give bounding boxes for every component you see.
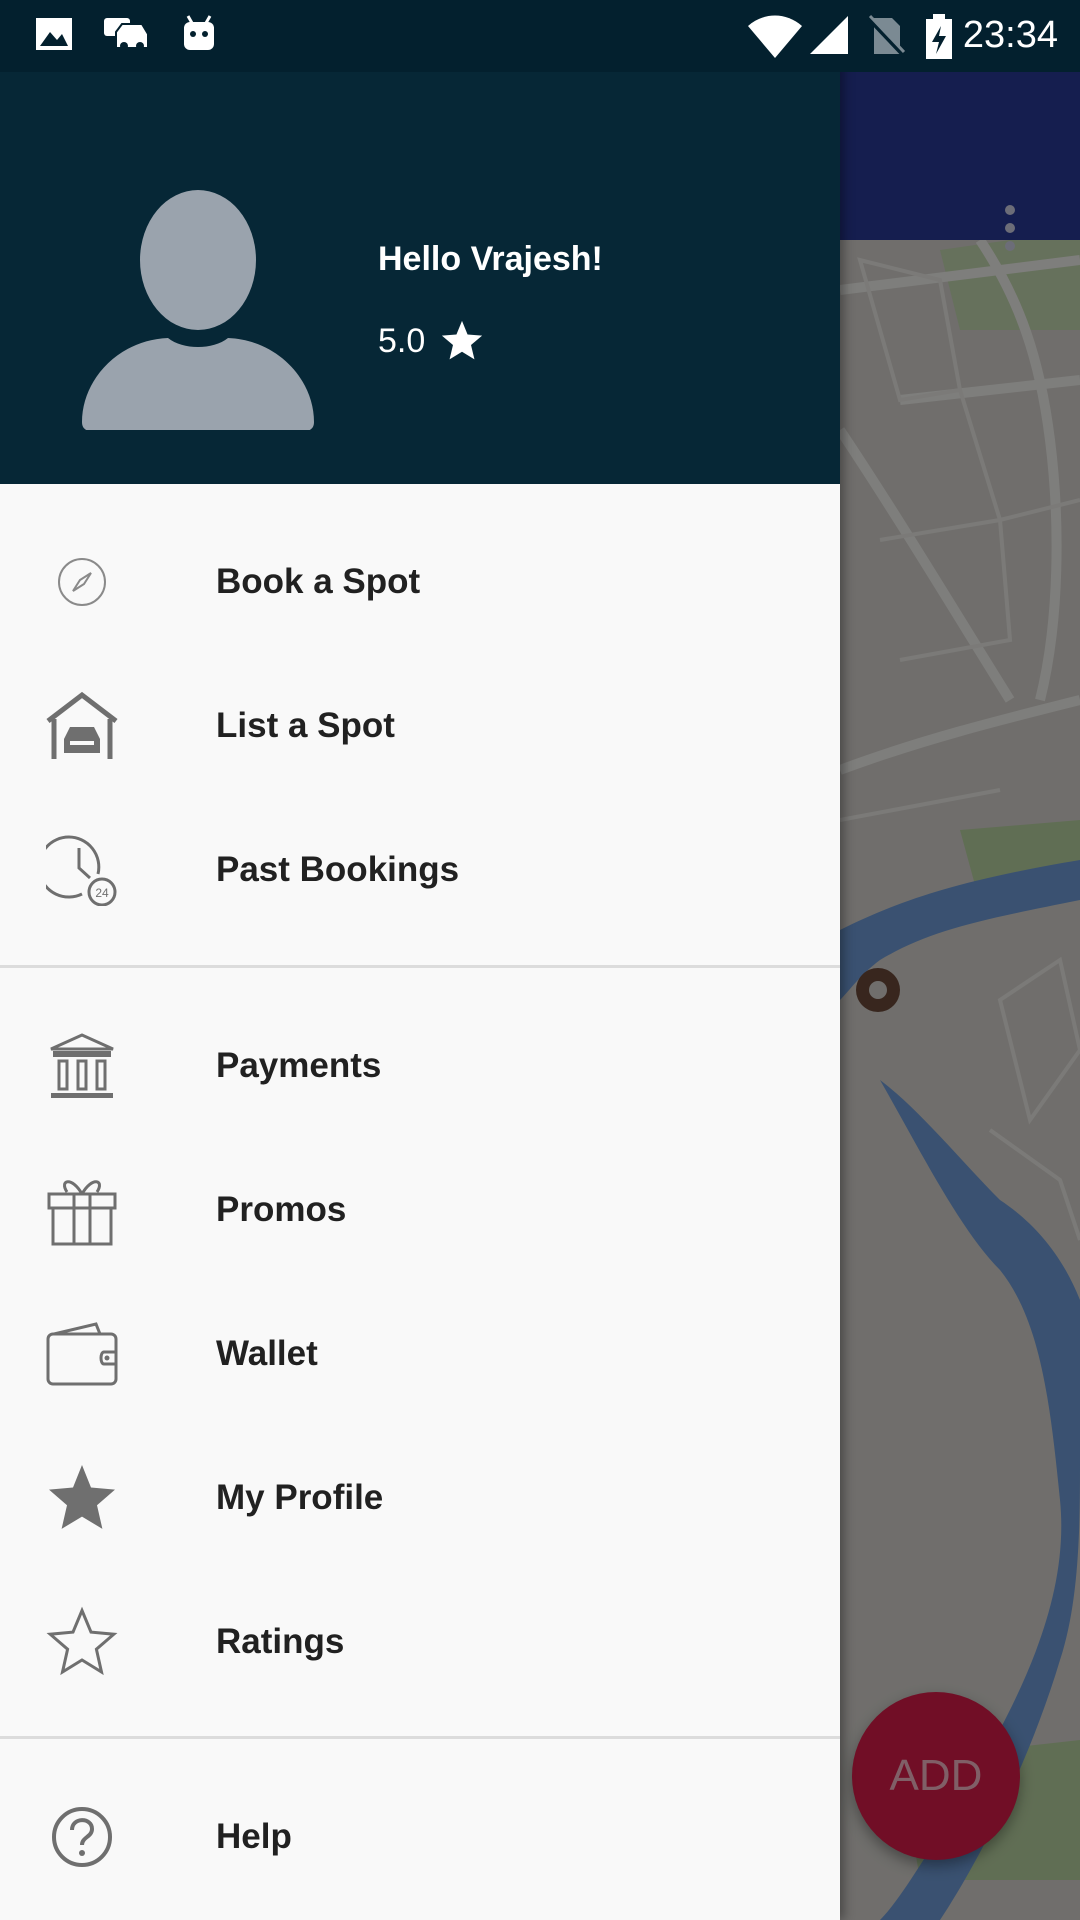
- image-icon: [36, 18, 72, 50]
- status-bar: 23:34: [0, 0, 1080, 72]
- garage-icon: [46, 690, 118, 762]
- wallet-icon: [46, 1318, 118, 1390]
- menu-item-ratings[interactable]: Ratings: [0, 1570, 840, 1714]
- android-debug-icon: [184, 15, 214, 50]
- status-time: 23:34: [962, 14, 1058, 56]
- menu-item-payments[interactable]: Payments: [0, 994, 840, 1138]
- menu-item-label: List a Spot: [216, 706, 395, 745]
- menu-section-account: Payments Promos Wallet My Profile Rating…: [0, 994, 840, 1714]
- menu-item-my-profile[interactable]: My Profile: [0, 1426, 840, 1570]
- drawer-header: Hello Vrajesh! 5.0: [0, 72, 840, 484]
- menu-item-label: Wallet: [216, 1334, 318, 1373]
- menu-divider: [0, 965, 840, 968]
- bank-icon: [46, 1030, 118, 1102]
- menu-item-label: My Profile: [216, 1478, 384, 1517]
- menu-item-label: Help: [216, 1817, 292, 1856]
- menu-item-list-a-spot[interactable]: List a Spot: [0, 654, 840, 798]
- menu-section-primary: Book a Spot List a Spot 24 Past Bookings: [0, 510, 840, 942]
- compass-icon: [46, 546, 118, 618]
- user-rating: 5.0: [378, 318, 485, 364]
- no-sim-icon: [866, 14, 906, 58]
- car-sync-icon: [104, 18, 149, 50]
- menu-item-label: Promos: [216, 1190, 347, 1229]
- signal-icon: [810, 16, 848, 54]
- menu-item-label: Ratings: [216, 1622, 345, 1661]
- star-filled-icon: [46, 1462, 118, 1534]
- menu-item-promos[interactable]: Promos: [0, 1138, 840, 1282]
- menu-item-book-a-spot[interactable]: Book a Spot: [0, 510, 840, 654]
- rating-value: 5.0: [378, 321, 426, 360]
- help-icon: [46, 1801, 118, 1873]
- gift-icon: [46, 1174, 118, 1246]
- navigation-drawer: Hello Vrajesh! 5.0 Book a Spot List a Sp…: [0, 0, 840, 1920]
- avatar[interactable]: [78, 190, 318, 430]
- menu-item-wallet[interactable]: Wallet: [0, 1282, 840, 1426]
- menu-item-label: Book a Spot: [216, 562, 421, 601]
- clock-24-icon: 24: [46, 834, 118, 906]
- menu-section-support: Help: [0, 1765, 840, 1909]
- wifi-icon: [748, 15, 802, 58]
- menu-item-label: Payments: [216, 1046, 382, 1085]
- menu-item-past-bookings[interactable]: 24 Past Bookings: [0, 798, 840, 942]
- menu-item-label: Past Bookings: [216, 850, 460, 889]
- menu-item-help[interactable]: Help: [0, 1765, 840, 1909]
- menu-divider: [0, 1736, 840, 1739]
- svg-text:24: 24: [95, 886, 109, 900]
- star-outline-icon: [46, 1606, 118, 1678]
- rating-star-icon: [442, 320, 483, 360]
- greeting-text: Hello Vrajesh!: [378, 240, 603, 278]
- battery-charging-icon: [926, 14, 952, 59]
